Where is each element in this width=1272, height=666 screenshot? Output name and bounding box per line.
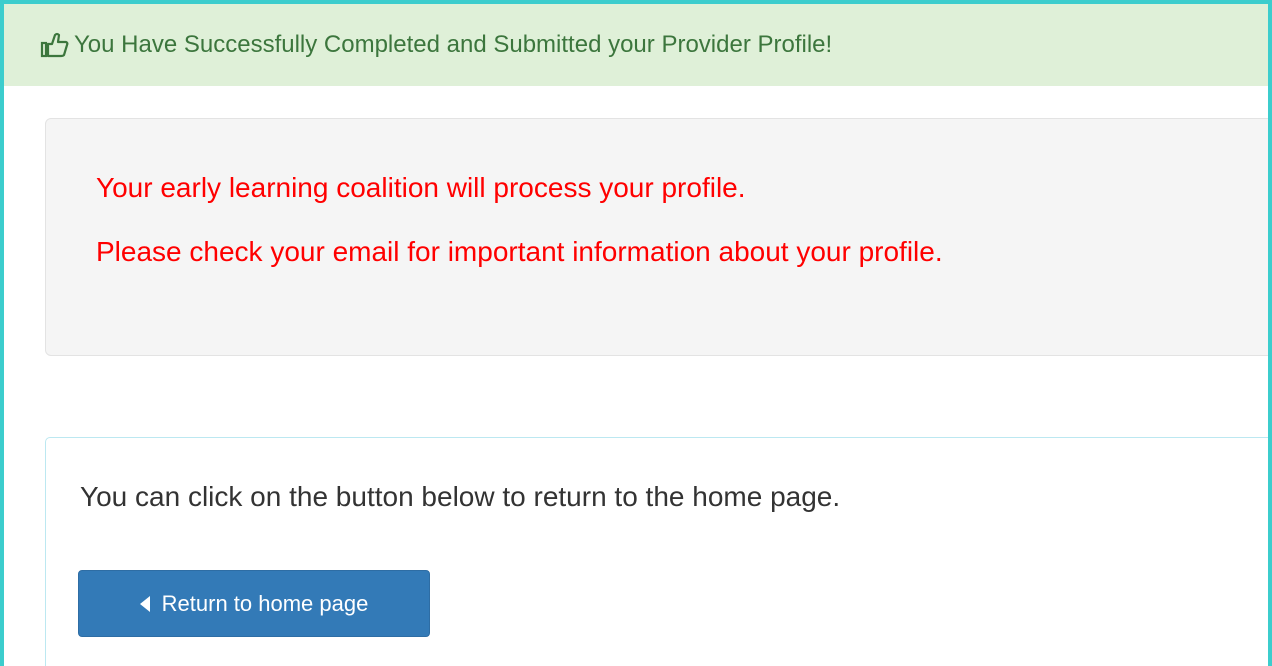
info-well: Your early learning coalition will proce…	[45, 118, 1268, 356]
caret-left-icon	[139, 595, 150, 612]
return-home-label: Return to home page	[161, 590, 369, 616]
success-message: You Have Successfully Completed and Subm…	[74, 31, 833, 58]
return-panel: You can click on the button below to ret…	[45, 437, 1268, 666]
email-notice: Please check your email for important in…	[96, 236, 943, 267]
return-instructions: You can click on the button below to ret…	[80, 481, 841, 512]
coalition-notice: Your early learning coalition will proce…	[96, 172, 746, 203]
page-frame: You Have Successfully Completed and Subm…	[0, 0, 1272, 666]
return-home-button[interactable]: Return to home page	[78, 570, 430, 637]
success-banner: You Have Successfully Completed and Subm…	[4, 4, 1268, 86]
thumbs-up-icon	[40, 32, 70, 58]
